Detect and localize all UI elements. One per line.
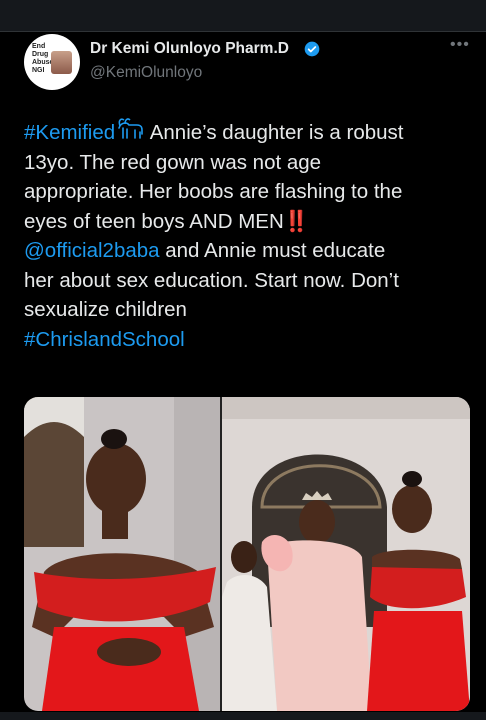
bottom-bar [0,712,486,720]
status-bar [0,0,486,31]
tweet-line: @official2baba and Annie must educate [24,239,386,262]
author-name[interactable]: Dr Kemi Olunloyo Pharm.D [90,40,289,58]
hashtag-link[interactable]: #Kemified [24,121,115,144]
more-options-icon[interactable]: ••• [450,36,470,54]
author-handle[interactable]: @KemiOlunloyo [90,64,202,82]
avatar-photo [51,51,72,74]
photo-girl-red-gown[interactable] [24,397,220,711]
avatar[interactable]: End Drug Abuse NGI [24,34,80,90]
double-exclamation-emoji-icon: ‼️ [283,209,310,233]
mention-link[interactable]: @official2baba [24,239,160,262]
tweet-media[interactable] [24,397,470,711]
tweet-line: 13yo. The red gown was not age [24,150,322,174]
tweet-line: appropriate. Her boobs are flashing to t… [24,180,403,203]
photo-family-group[interactable] [222,397,470,711]
tweet-line: her about sex education. Start now. Don’… [24,268,399,292]
photo-image [222,397,470,711]
photo-image [24,397,220,711]
goat-emoji-icon [118,118,143,139]
tweet-line: #ChrislandSchool [24,325,480,355]
tweet-line: eyes of teen boys AND MEN‼️ [24,209,310,233]
tweet-text: #Kemified Annie’s daughter is a robust 1… [24,116,480,354]
tweet-line: sexualize children [24,298,187,321]
verified-badge-icon [304,41,320,57]
tweet-line: #Kemified Annie’s daughter is a robust [24,116,480,148]
divider [0,31,486,32]
hashtag-link[interactable]: #ChrislandSchool [24,328,185,351]
